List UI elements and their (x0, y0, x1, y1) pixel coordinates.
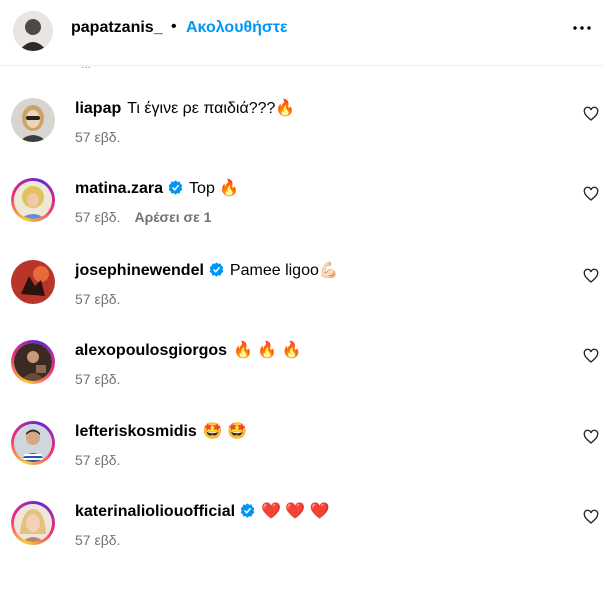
follow-button[interactable]: Ακολουθήστε (186, 19, 288, 37)
comment-likes[interactable]: Αρέσει σε 1 (134, 209, 211, 225)
commenter-avatar[interactable] (11, 98, 55, 142)
verified-badge-icon (209, 262, 224, 277)
commenter-username[interactable]: lefteriskosmidis (75, 423, 197, 440)
like-heart-icon[interactable] (583, 348, 599, 364)
separator-dot: • (171, 18, 177, 35)
commenter-username[interactable]: matina.zara (75, 180, 163, 197)
more-options-icon[interactable] (570, 16, 594, 40)
comment-item: lefteriskosmidis 🤩 🤩 57 εβδ. (0, 421, 603, 501)
comment-time[interactable]: 57 εβδ. (75, 452, 120, 468)
comment-text: Pamee ligoo💪🏻 (229, 262, 339, 279)
partial-comment-fragment: ... (81, 57, 92, 71)
comment-item: alexopoulosgiorgos 🔥 🔥 🔥 57 εβδ. (0, 340, 603, 420)
comment-text: Top 🔥 (189, 180, 240, 197)
comment-text: 🤩 🤩 (202, 423, 248, 440)
verified-badge-icon (240, 503, 255, 518)
like-heart-icon[interactable] (583, 186, 599, 202)
commenter-avatar[interactable] (11, 340, 55, 384)
commenter-username[interactable]: katerinalioliouofficial (75, 503, 235, 520)
commenter-avatar[interactable] (11, 260, 55, 304)
comment-text: ❤️ ❤️ ❤️ (261, 503, 330, 520)
commenter-avatar[interactable] (11, 421, 55, 465)
like-heart-icon[interactable] (583, 106, 599, 122)
commenter-avatar[interactable] (11, 178, 55, 222)
author-avatar[interactable] (13, 11, 53, 51)
author-username[interactable]: papatzanis_ (71, 19, 163, 37)
commenter-username[interactable]: alexopoulosgiorgos (75, 342, 227, 359)
like-heart-icon[interactable] (583, 429, 599, 445)
comment-item: josephinewendel Pamee ligoo💪🏻 57 εβδ. (0, 260, 603, 340)
verified-badge-icon (168, 180, 183, 195)
commenter-username[interactable]: liapap (75, 100, 121, 117)
comment-item: katerinalioliouofficial ❤️ ❤️ ❤️ 57 εβδ. (0, 501, 603, 581)
commenter-username[interactable]: josephinewendel (75, 262, 204, 279)
comment-time[interactable]: 57 εβδ. (75, 129, 120, 145)
comment-text: 🔥 🔥 🔥 (233, 342, 302, 359)
like-heart-icon[interactable] (583, 268, 599, 284)
comment-text: Τι έγινε ρε παιδιά???🔥 (127, 100, 296, 117)
comment-item: matina.zara Top 🔥 57 εβδ. Αρέσει σε 1 (0, 178, 603, 258)
comment-time[interactable]: 57 εβδ. (75, 209, 120, 225)
comment-time[interactable]: 57 εβδ. (75, 371, 120, 387)
comment-item: liapap Τι έγινε ρε παιδιά???🔥 57 εβδ. (0, 98, 603, 178)
commenter-avatar[interactable] (11, 501, 55, 545)
comment-time[interactable]: 57 εβδ. (75, 291, 120, 307)
comment-time[interactable]: 57 εβδ. (75, 532, 120, 548)
like-heart-icon[interactable] (583, 509, 599, 525)
